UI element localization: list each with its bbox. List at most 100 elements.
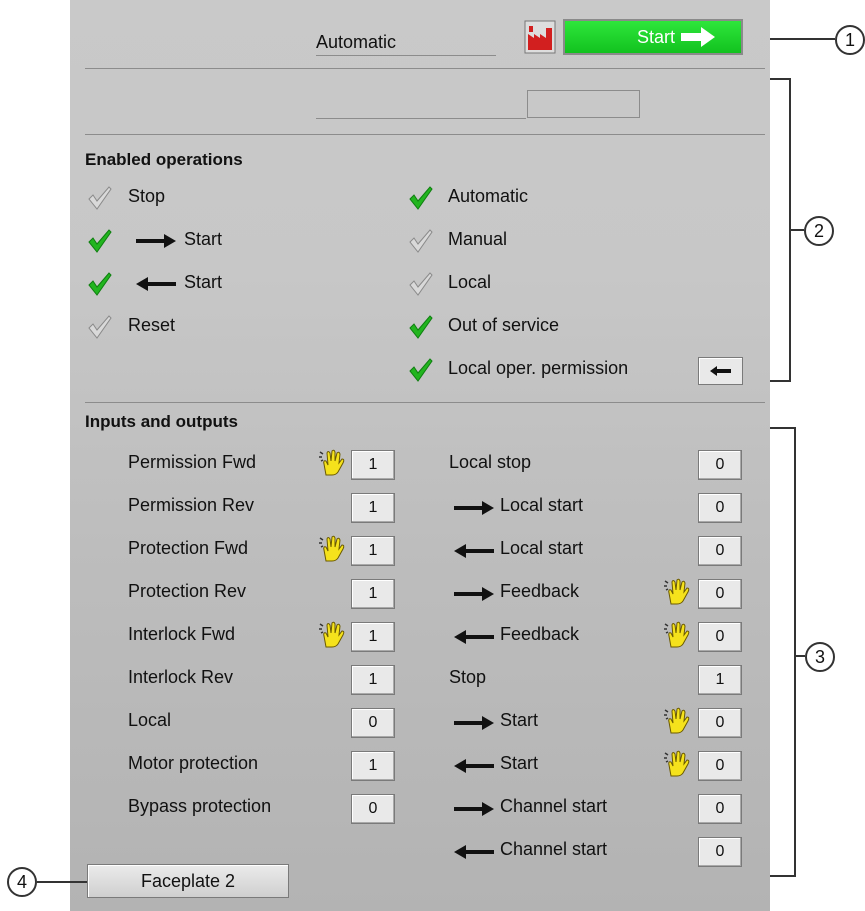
input-value: 1: [351, 493, 395, 523]
disabled-check-icon: [87, 185, 113, 211]
input-label: Interlock Rev: [128, 667, 234, 687]
output-value: 0: [698, 450, 742, 480]
enabled-operation-label: Local: [448, 272, 492, 292]
input-value: 1: [351, 450, 395, 480]
arrow-right-icon: [136, 234, 176, 253]
disabled-check-icon: [87, 314, 113, 340]
arrow-right-icon: [454, 802, 494, 821]
start-button[interactable]: Start: [563, 19, 743, 55]
callout-line: [795, 655, 805, 657]
enabled-operation-label: Stop: [128, 186, 166, 206]
empty-field-line: [316, 118, 526, 119]
bracket-top: [770, 427, 795, 429]
enabled-operation-label: Manual: [448, 229, 508, 249]
input-value: 1: [351, 751, 395, 781]
enabled-operation-label: Start: [184, 229, 223, 249]
output-value: 0: [698, 794, 742, 824]
output-label: Local start: [500, 538, 584, 558]
disabled-check-icon: [408, 271, 434, 297]
arrow-left-icon: [454, 630, 494, 649]
enabled-operation-label: Local oper. permission: [448, 358, 629, 378]
divider: [85, 68, 765, 69]
input-label: Permission Fwd: [128, 452, 257, 472]
simulation-hand-icon: [317, 447, 347, 482]
output-label: Channel start: [500, 796, 608, 816]
bracket-top: [770, 78, 790, 80]
output-value: 0: [698, 493, 742, 523]
output-label: Stop: [449, 667, 487, 687]
enabled-check-icon: [408, 357, 434, 383]
output-label: Local start: [500, 495, 584, 515]
callout-line: [790, 229, 804, 231]
input-value: 1: [351, 622, 395, 652]
enabled-operation-label: Reset: [128, 315, 176, 335]
inputs-outputs-title: Inputs and outputs: [85, 412, 238, 431]
start-button-label: Start: [636, 26, 675, 47]
output-label: Channel start: [500, 839, 608, 859]
input-value: 0: [351, 794, 395, 824]
enabled-operations-title: Enabled operations: [85, 150, 243, 169]
output-value: 0: [698, 837, 742, 867]
arrow-left-icon: [454, 845, 494, 864]
divider: [85, 402, 765, 403]
enabled-check-icon: [408, 185, 434, 211]
simulation-hand-icon: [662, 705, 692, 740]
input-value: 0: [351, 708, 395, 738]
output-label: Start: [500, 753, 539, 773]
local-permission-arrow-button[interactable]: [698, 357, 743, 385]
mode-underline: [316, 55, 496, 56]
enabled-check-icon: [87, 271, 113, 297]
arrow-left-icon: [136, 277, 176, 296]
enabled-operation-label: Out of service: [448, 315, 560, 335]
arrow-right-icon: [454, 587, 494, 606]
faceplate-2-button[interactable]: Faceplate 2: [87, 864, 289, 898]
output-label: Local stop: [449, 452, 532, 472]
output-label: Feedback: [500, 581, 580, 601]
simulation-hand-icon: [662, 576, 692, 611]
callout-3: 3: [805, 642, 835, 672]
output-value: 0: [698, 579, 742, 609]
factory-icon[interactable]: [524, 20, 556, 54]
input-label: Local: [128, 710, 172, 730]
simulation-hand-icon: [662, 748, 692, 783]
input-label: Permission Rev: [128, 495, 255, 515]
callout-line: [770, 38, 835, 40]
output-value: 0: [698, 751, 742, 781]
simulation-hand-icon: [317, 619, 347, 654]
output-value: 1: [698, 665, 742, 695]
simulation-hand-icon: [662, 619, 692, 654]
bracket-bottom: [770, 380, 790, 382]
arrow-right-icon: [454, 716, 494, 735]
bracket-vertical: [794, 427, 796, 877]
empty-value-box: [527, 90, 640, 118]
enabled-check-icon: [408, 314, 434, 340]
input-label: Protection Rev: [128, 581, 247, 601]
faceplate-2-label: Faceplate 2: [140, 871, 236, 891]
input-value: 1: [351, 665, 395, 695]
callout-line: [37, 881, 87, 883]
input-value: 1: [351, 579, 395, 609]
callout-4: 4: [7, 867, 37, 897]
bracket-bottom: [770, 875, 795, 877]
output-label: Start: [500, 710, 539, 730]
output-value: 0: [698, 536, 742, 566]
enabled-check-icon: [87, 228, 113, 254]
input-value: 1: [351, 536, 395, 566]
enabled-operation-label: Automatic: [448, 186, 529, 206]
output-label: Feedback: [500, 624, 580, 644]
input-label: Interlock Fwd: [128, 624, 236, 644]
arrow-left-icon: [710, 366, 731, 376]
arrow-right-icon: [454, 501, 494, 520]
enabled-operation-label: Start: [184, 272, 223, 292]
arrow-left-icon: [454, 544, 494, 563]
input-label: Bypass protection: [128, 796, 272, 816]
faceplate-panel: Automatic Start Enabled operations Stop S…: [70, 0, 770, 911]
disabled-check-icon: [408, 228, 434, 254]
divider: [85, 134, 765, 135]
output-value: 0: [698, 708, 742, 738]
callout-2: 2: [804, 216, 834, 246]
mode-label: Automatic: [316, 32, 397, 52]
arrow-right-icon: [681, 27, 715, 47]
arrow-left-icon: [454, 759, 494, 778]
simulation-hand-icon: [317, 533, 347, 568]
